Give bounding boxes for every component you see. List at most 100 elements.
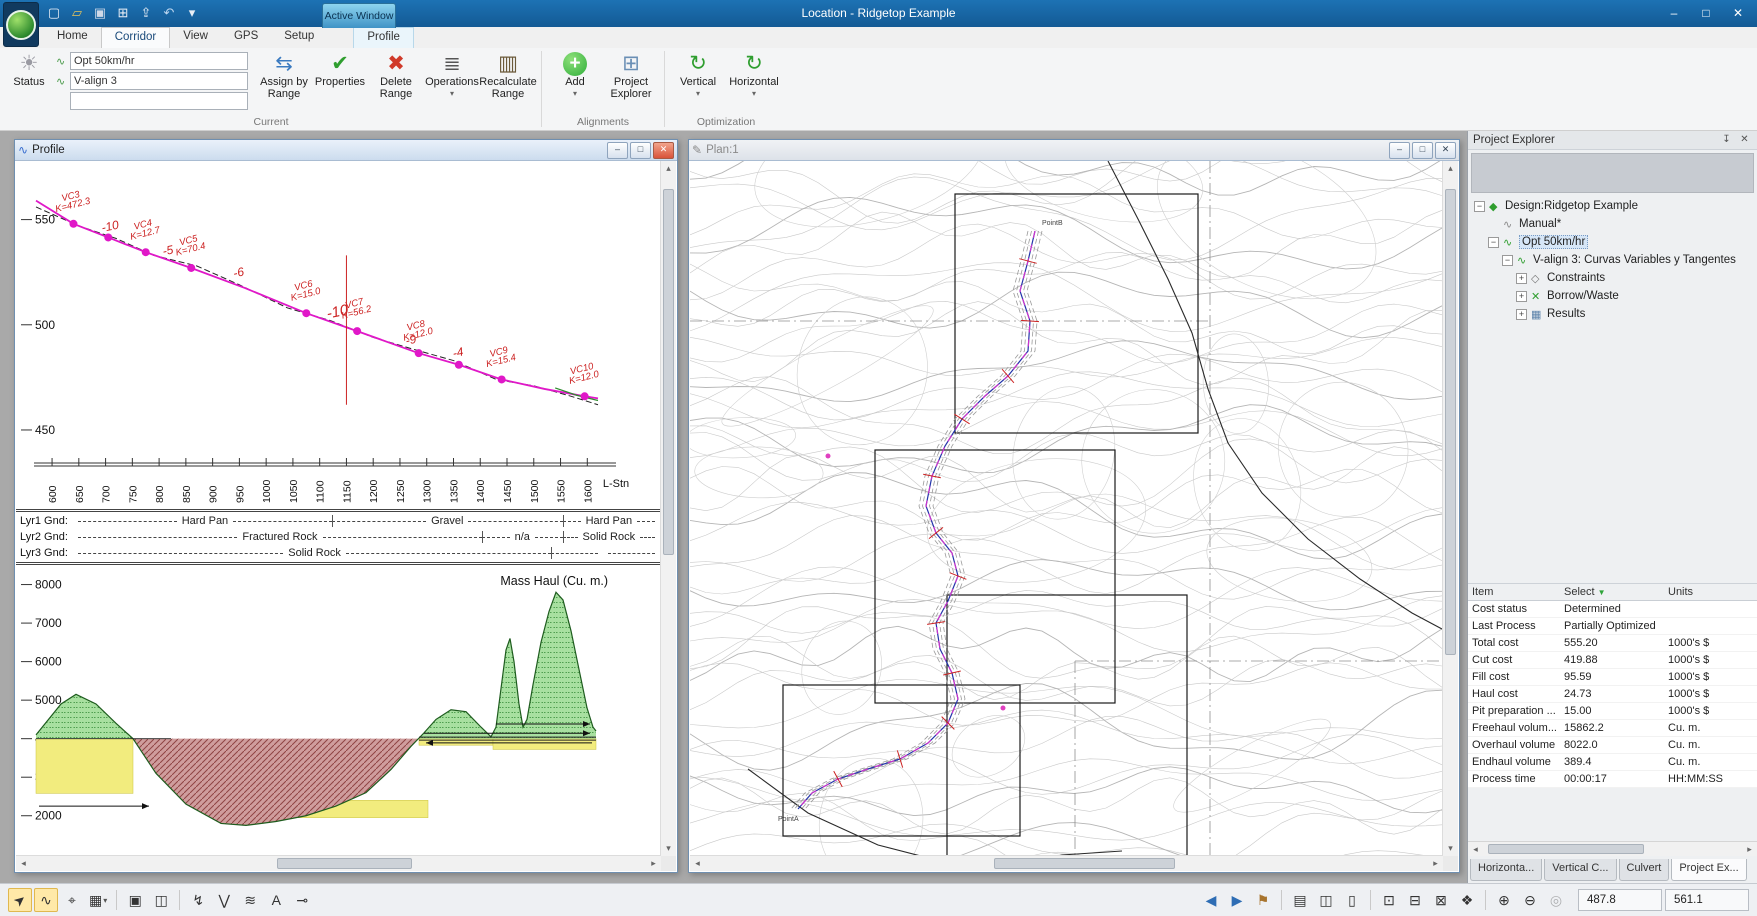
- tree-item-v-align-3-curvas-variables-y-tangentes[interactable]: −∿V-align 3: Curvas Variables y Tangente…: [1470, 251, 1755, 269]
- tree-item-design-ridgetop-example[interactable]: −◆Design:Ridgetop Example: [1470, 197, 1755, 215]
- tree-item-opt-50km-hr[interactable]: −∿Opt 50km/hr: [1470, 233, 1755, 251]
- close-button[interactable]: ✕: [1435, 142, 1456, 159]
- dropdown-arrow-icon[interactable]: ▾: [573, 89, 577, 98]
- close-button[interactable]: ✕: [653, 142, 674, 159]
- zoom-previous-icon[interactable]: ⊟: [1403, 888, 1427, 912]
- maximize-button[interactable]: □: [1412, 142, 1433, 159]
- properties-button[interactable]: ✔Properties: [312, 51, 368, 100]
- tile-windows-tool[interactable]: ◫: [149, 888, 173, 912]
- horizontal-button[interactable]: ↻Horizontal▾: [726, 51, 782, 98]
- pin-icon[interactable]: ↧: [1719, 133, 1734, 147]
- scroll-arrow-icon[interactable]: ▾: [661, 841, 676, 856]
- plan-horizontal-scrollbar[interactable]: ◂▸: [690, 855, 1443, 871]
- profile-vertical-scrollbar[interactable]: ▴▾: [660, 161, 676, 856]
- page-layout-icon[interactable]: ◫: [1314, 888, 1338, 912]
- minimize-button[interactable]: –: [607, 142, 628, 159]
- scroll-thumb[interactable]: [663, 189, 674, 555]
- scroll-arrow-icon[interactable]: ▴: [1443, 161, 1458, 176]
- pan-icon[interactable]: ❖: [1455, 888, 1479, 912]
- tab-corridor[interactable]: Corridor: [101, 27, 171, 48]
- plan-map[interactable]: PointBPointA: [690, 161, 1443, 856]
- scroll-thumb[interactable]: [1445, 189, 1456, 655]
- extra-field[interactable]: [70, 92, 248, 110]
- lock-icon[interactable]: ⊠: [1429, 888, 1453, 912]
- minimize-window-button[interactable]: –: [1659, 3, 1689, 23]
- dropdown-arrow-icon[interactable]: ▾: [450, 89, 454, 98]
- tab-setup[interactable]: Setup: [271, 27, 327, 48]
- snap-tool[interactable]: ↯: [186, 888, 210, 912]
- recalculate-range-button[interactable]: ▥Recalculate Range: [480, 51, 536, 100]
- valign-field[interactable]: [70, 72, 248, 90]
- scroll-thumb[interactable]: [1488, 844, 1643, 854]
- scroll-arrow-icon[interactable]: ▸: [1742, 842, 1757, 856]
- tab-home[interactable]: Home: [44, 27, 101, 48]
- scroll-track[interactable]: [661, 176, 676, 841]
- previous-view-icon[interactable]: ◀: [1199, 888, 1223, 912]
- minimize-button[interactable]: –: [1389, 142, 1410, 159]
- profile-horizontal-scrollbar[interactable]: ◂▸: [16, 855, 661, 871]
- scroll-track[interactable]: [1483, 842, 1742, 856]
- sections-tool[interactable]: ≋: [238, 888, 262, 912]
- minus-expander-icon[interactable]: −: [1474, 201, 1485, 212]
- table-row[interactable]: Pit preparation ...15.001000's $: [1468, 703, 1757, 720]
- scroll-arrow-icon[interactable]: ▸: [1428, 856, 1443, 871]
- status-button[interactable]: ☀ Status: [6, 51, 52, 89]
- scroll-track[interactable]: [31, 856, 646, 871]
- profile-chart[interactable]: 5505004506006507007508008509009501000105…: [16, 161, 661, 509]
- select-tool[interactable]: ➤: [8, 888, 32, 912]
- tab-view[interactable]: View: [170, 27, 221, 48]
- profile-window[interactable]: ∿ Profile –□✕ 55050045060065070075080085…: [14, 139, 678, 873]
- next-view-icon[interactable]: ▶: [1225, 888, 1249, 912]
- label-tool[interactable]: A: [264, 888, 288, 912]
- scroll-thumb[interactable]: [277, 858, 412, 869]
- zoom-out-icon[interactable]: ⊖: [1518, 888, 1542, 912]
- plus-expander-icon[interactable]: +: [1516, 291, 1527, 302]
- plan-window-titlebar[interactable]: ✎ Plan:1 –□✕: [689, 140, 1459, 161]
- scroll-arrow-icon[interactable]: ◂: [1468, 842, 1483, 856]
- tab-profile[interactable]: Profile: [353, 27, 414, 48]
- dropdown-arrow-icon[interactable]: ▾: [752, 89, 756, 98]
- scroll-track[interactable]: [1443, 176, 1458, 841]
- zoom-in-icon[interactable]: ⊕: [1492, 888, 1516, 912]
- tree-item-constraints[interactable]: +◇Constraints: [1470, 269, 1755, 287]
- plan-vertical-scrollbar[interactable]: ▴▾: [1442, 161, 1458, 856]
- cascade-windows-tool[interactable]: ▣: [123, 888, 147, 912]
- maximize-button[interactable]: □: [630, 142, 651, 159]
- tree-item-borrow-waste[interactable]: +✕Borrow/Waste: [1470, 287, 1755, 305]
- app-menu-button[interactable]: [3, 2, 39, 47]
- scroll-thumb[interactable]: [994, 858, 1175, 869]
- profile-window-titlebar[interactable]: ∿ Profile –□✕: [15, 140, 677, 161]
- scroll-arrow-icon[interactable]: ▾: [1443, 841, 1458, 856]
- minus-expander-icon[interactable]: −: [1502, 255, 1513, 266]
- minus-expander-icon[interactable]: −: [1488, 237, 1499, 248]
- scroll-arrow-icon[interactable]: ◂: [16, 856, 31, 871]
- scroll-arrow-icon[interactable]: ▴: [661, 161, 676, 176]
- link-tool[interactable]: ⊸: [290, 888, 314, 912]
- project-explorer-button[interactable]: ⊞Project Explorer: [603, 51, 659, 100]
- panel-tab-horizonta[interactable]: Horizonta...: [1470, 859, 1542, 881]
- scroll-arrow-icon[interactable]: ▸: [646, 856, 661, 871]
- zoom-window-icon[interactable]: ⊡: [1377, 888, 1401, 912]
- table-row[interactable]: Endhaul volume389.4Cu. m.: [1468, 754, 1757, 771]
- close-window-button[interactable]: ✕: [1723, 3, 1753, 23]
- print-page-icon[interactable]: ▤: [1288, 888, 1312, 912]
- flag-icon[interactable]: ⚑: [1251, 888, 1275, 912]
- table-row[interactable]: Cut cost419.881000's $: [1468, 652, 1757, 669]
- table-view-tool[interactable]: ▦▾: [86, 888, 110, 912]
- delete-range-button[interactable]: ✖Delete Range: [368, 51, 424, 100]
- panel-titlebar[interactable]: Project Explorer ↧✕: [1468, 131, 1757, 150]
- panel-tab-project-ex[interactable]: Project Ex...: [1671, 859, 1746, 881]
- scroll-arrow-icon[interactable]: ◂: [690, 856, 705, 871]
- tree-item-manual[interactable]: ∿Manual*: [1470, 215, 1755, 233]
- plus-expander-icon[interactable]: +: [1516, 309, 1527, 320]
- filter-icon[interactable]: ▼: [1598, 588, 1606, 597]
- table-row[interactable]: Total cost555.201000's $: [1468, 635, 1757, 652]
- scroll-track[interactable]: [705, 856, 1428, 871]
- alignment-field[interactable]: [70, 52, 248, 70]
- tree-item-results[interactable]: +▦Results: [1470, 305, 1755, 323]
- close-icon[interactable]: ✕: [1737, 133, 1752, 147]
- polyline-tool[interactable]: ⋁: [212, 888, 236, 912]
- plan-window[interactable]: ✎ Plan:1 –□✕ PointBPointA ▴▾ ◂▸: [688, 139, 1460, 873]
- panel-tab-culvert[interactable]: Culvert: [1619, 859, 1670, 881]
- table-row[interactable]: Fill cost95.591000's $: [1468, 669, 1757, 686]
